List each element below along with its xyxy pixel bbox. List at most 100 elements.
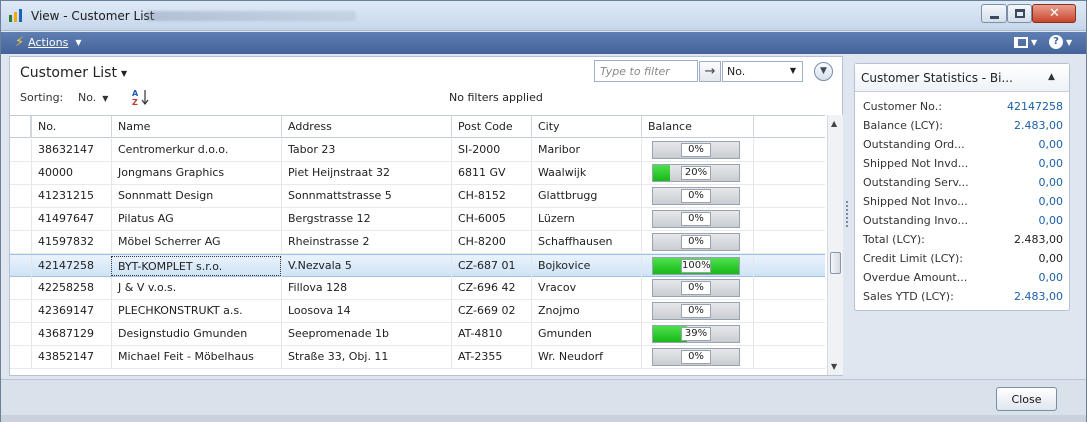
table-row[interactable]: 42147258 BYT-KOMPLET s.r.o. V.Nezvala 5 CZ-…	[10, 254, 825, 277]
cell-name[interactable]: Michael Feit - Möbelhaus	[111, 346, 281, 368]
cell-no[interactable]: 42369147	[31, 300, 111, 322]
cell-no[interactable]: 41231215	[31, 185, 111, 207]
column-header-address[interactable]: Address	[281, 116, 451, 138]
column-header-no[interactable]: No.	[31, 116, 111, 138]
cell-name[interactable]: Pilatus AG	[111, 208, 281, 230]
cell-no[interactable]: 42147258	[31, 255, 111, 277]
cell-city[interactable]: Gmunden	[531, 323, 641, 345]
factbox-field-value[interactable]: 0,00	[1039, 138, 1064, 151]
cell-address[interactable]: Loosova 14	[281, 300, 451, 322]
table-row[interactable]: 43687129 Designstudio Gmunden Seepromenade…	[10, 323, 825, 346]
table-row[interactable]: 41231215 Sonnmatt Design Sonnmattstrasse 5…	[10, 185, 825, 208]
apply-filter-button[interactable]: →	[699, 61, 721, 82]
help-menu[interactable]: ? ▼	[1049, 35, 1072, 49]
cell-address[interactable]: Seepromenade 1b	[281, 323, 451, 345]
factbox-field-value[interactable]: 0,00	[1039, 195, 1064, 208]
cell-city[interactable]: Waalwijk	[531, 162, 641, 184]
cell-address[interactable]: Tabor 23	[281, 139, 451, 161]
actions-menu[interactable]: ⚡ Actions ▼	[15, 35, 81, 50]
cell-empty	[753, 277, 825, 299]
search-input[interactable]	[594, 60, 698, 82]
cell-name[interactable]: Jongmans Graphics	[111, 162, 281, 184]
layout-menu[interactable]: ▼	[1014, 35, 1037, 48]
vertical-scrollbar[interactable]: ▲ ▼	[827, 115, 843, 375]
cell-city[interactable]: Maribor	[531, 139, 641, 161]
cell-address[interactable]: Fillova 128	[281, 277, 451, 299]
cell-name[interactable]: PLECHKONSTRUKT a.s.	[111, 300, 281, 322]
table-row[interactable]: 38632147 Centromerkur d.o.o. Tabor 23 SI-20…	[10, 139, 825, 162]
cell-city[interactable]: Vracov	[531, 277, 641, 299]
cell-city[interactable]: Schaffhausen	[531, 231, 641, 253]
factbox-header: Customer Statistics - Bi... ▲	[855, 64, 1069, 92]
sort-az-button[interactable]: A Z	[130, 88, 156, 107]
cell-post-code[interactable]: CH-8152	[451, 185, 531, 207]
factbox-field-value[interactable]: 0,00	[1039, 214, 1064, 227]
cell-name[interactable]: Centromerkur d.o.o.	[111, 139, 281, 161]
cell-post-code[interactable]: CZ-687 01	[451, 255, 531, 277]
cell-no[interactable]: 40000	[31, 162, 111, 184]
cell-post-code[interactable]: CZ-669 02	[451, 300, 531, 322]
cell-post-code[interactable]: AT-2355	[451, 346, 531, 368]
table-row[interactable]: 42369147 PLECHKONSTRUKT a.s. Loosova 14 CZ-…	[10, 300, 825, 323]
cell-no[interactable]: 38632147	[31, 139, 111, 161]
cell-no[interactable]: 41497647	[31, 208, 111, 230]
table-row[interactable]: 41597832 Möbel Scherrer AG Rheinstrasse 2C…	[10, 231, 825, 254]
cell-name[interactable]: Sonnmatt Design	[111, 185, 281, 207]
factbox-field-value[interactable]: 0,00	[1039, 157, 1064, 170]
expand-filter-button[interactable]: ▼	[814, 62, 833, 81]
cell-city[interactable]: Znojmo	[531, 300, 641, 322]
table-row[interactable]: 43852147 Michael Feit - Möbelhaus Straße 3…	[10, 346, 825, 369]
page-title[interactable]: Customer List ▼	[20, 65, 127, 81]
cell-post-code[interactable]: CH-8200	[451, 231, 531, 253]
cell-address[interactable]: Straße 33, Obj. 11	[281, 346, 451, 368]
collapse-icon[interactable]: ▲	[1048, 72, 1055, 82]
cell-post-code[interactable]: CZ-696 42	[451, 277, 531, 299]
cell-post-code[interactable]: 6811 GV	[451, 162, 531, 184]
maximize-button[interactable]	[1007, 4, 1032, 23]
factbox-field-value[interactable]: 2.483,00	[1014, 119, 1063, 132]
cell-no[interactable]: 43687129	[31, 323, 111, 345]
table-row[interactable]: 42258258 J & V v.o.s. Fillova 128 CZ-696 42…	[10, 277, 825, 300]
cell-address[interactable]: Rheinstrasse 2	[281, 231, 451, 253]
close-button[interactable]: Close	[996, 387, 1057, 411]
factbox-field-value[interactable]: 0,00	[1039, 176, 1064, 189]
cell-city[interactable]: Glattbrugg	[531, 185, 641, 207]
factbox-field-value[interactable]: 2.483,00	[1014, 290, 1063, 303]
cell-name[interactable]: J & V v.o.s.	[111, 277, 281, 299]
scroll-down-icon[interactable]: ▼	[831, 362, 837, 371]
cell-no[interactable]: 41597832	[31, 231, 111, 253]
title-bar: View - Customer List ✕	[1, 1, 1086, 31]
cell-name[interactable]: Möbel Scherrer AG	[111, 231, 281, 253]
cell-address[interactable]: V.Nezvala 5	[281, 255, 451, 277]
scrollbar-thumb[interactable]	[830, 252, 841, 274]
cell-city[interactable]: Bojkovice	[531, 255, 641, 277]
cell-no[interactable]: 43852147	[31, 346, 111, 368]
table-row[interactable]: 40000 Jongmans Graphics Piet Heijnstraat 3…	[10, 162, 825, 185]
column-header-post-code[interactable]: Post Code	[451, 116, 531, 138]
balance-percent-label: 0%	[681, 281, 711, 295]
sort-field-select[interactable]: No. ▼	[78, 91, 108, 104]
close-window-button[interactable]: ✕	[1032, 4, 1076, 23]
cell-address[interactable]: Piet Heijnstraat 32	[281, 162, 451, 184]
cell-no[interactable]: 42258258	[31, 277, 111, 299]
filter-field-select[interactable]: No. ▼	[722, 61, 803, 82]
cell-post-code[interactable]: SI-2000	[451, 139, 531, 161]
scroll-up-icon[interactable]: ▲	[831, 119, 837, 128]
cell-city[interactable]: Lüzern	[531, 208, 641, 230]
column-header-name[interactable]: Name	[111, 116, 281, 138]
column-header-balance[interactable]: Balance	[641, 116, 753, 138]
cell-name[interactable]: Designstudio Gmunden	[111, 323, 281, 345]
cell-post-code[interactable]: CH-6005	[451, 208, 531, 230]
cell-address[interactable]: Bergstrasse 12	[281, 208, 451, 230]
panel-splitter[interactable]	[846, 201, 849, 227]
balance-progress-bar: 39%	[652, 325, 740, 343]
cell-post-code[interactable]: AT-4810	[451, 323, 531, 345]
cell-address[interactable]: Sonnmattstrasse 5	[281, 185, 451, 207]
table-row[interactable]: 41497647 Pilatus AG Bergstrasse 12 CH-6005 L…	[10, 208, 825, 231]
column-header-city[interactable]: City	[531, 116, 641, 138]
factbox-field-value[interactable]: 0,00	[1039, 271, 1064, 284]
cell-city[interactable]: Wr. Neudorf	[531, 346, 641, 368]
minimize-button[interactable]	[981, 4, 1007, 23]
factbox-field-value[interactable]: 42147258	[1007, 100, 1063, 113]
cell-name[interactable]: BYT-KOMPLET s.r.o.	[111, 256, 281, 276]
